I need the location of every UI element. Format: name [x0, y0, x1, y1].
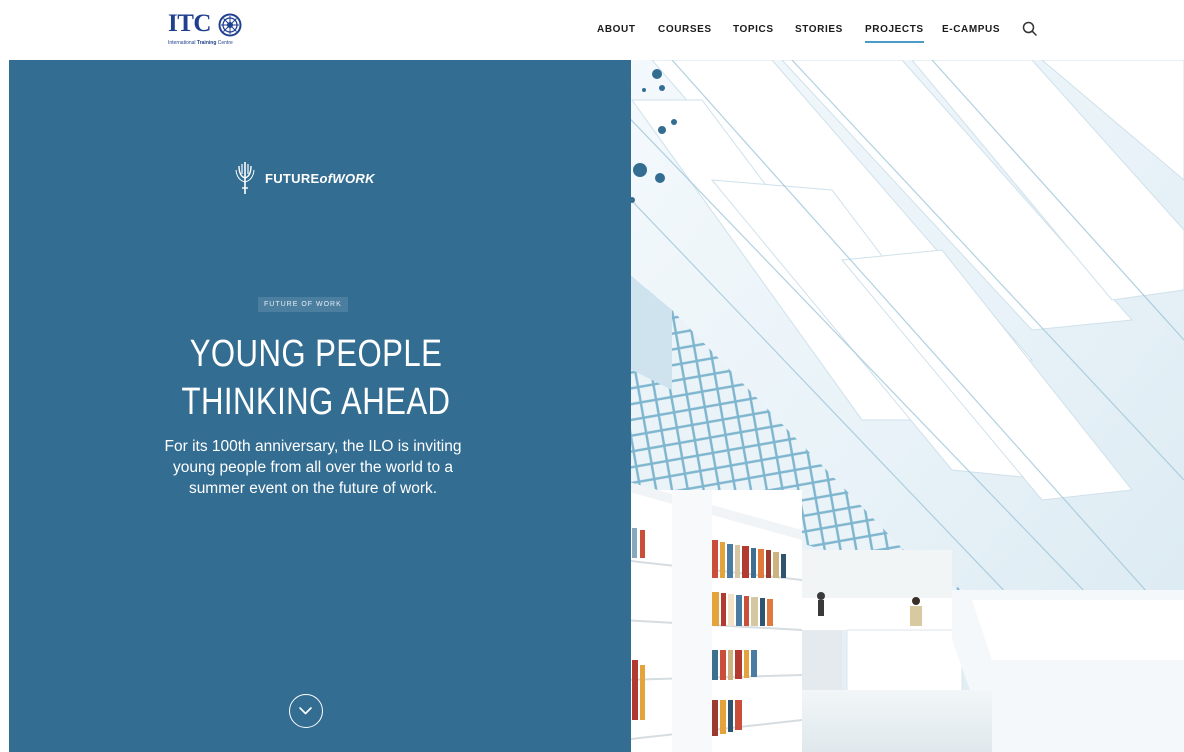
nav-courses[interactable]: COURSES: [658, 24, 712, 35]
main-nav: ABOUT COURSES TOPICS STORIES PROJECTS E-…: [0, 0, 1184, 60]
hero-title-line-1: YOUNG PEOPLE: [189, 333, 443, 375]
search-icon[interactable]: [1021, 20, 1039, 38]
scroll-down-button[interactable]: [289, 694, 323, 728]
nav-projects[interactable]: PROJECTS: [865, 24, 924, 43]
hero-panel: FUTUREofWORK FUTURE OF WORK YOUNG PEOPLE…: [9, 60, 631, 752]
library-interior-image: [612, 60, 1184, 752]
nav-e-campus[interactable]: E-CAMPUS: [942, 24, 1000, 35]
nav-stories[interactable]: STORIES: [795, 24, 843, 35]
hero-description: For its 100th anniversary, the ILO is in…: [164, 438, 462, 497]
hero-title: YOUNG PEOPLE THINKING AHEAD: [64, 330, 567, 426]
ilo-torch-icon: [235, 162, 255, 194]
hero-library-image: [612, 60, 1184, 752]
hero-title-line-2: THINKING AHEAD: [181, 381, 451, 423]
category-tag[interactable]: FUTURE OF WORK: [258, 297, 348, 312]
chevron-down-circle-icon: [299, 707, 312, 715]
nav-about[interactable]: ABOUT: [597, 24, 636, 35]
future-of-work-logo[interactable]: FUTUREofWORK: [233, 160, 393, 200]
nav-topics[interactable]: TOPICS: [733, 24, 774, 35]
site-header: ITC International Training Centre ABOUT …: [0, 0, 1184, 60]
future-of-work-wordmark: FUTUREofWORK: [265, 171, 375, 186]
